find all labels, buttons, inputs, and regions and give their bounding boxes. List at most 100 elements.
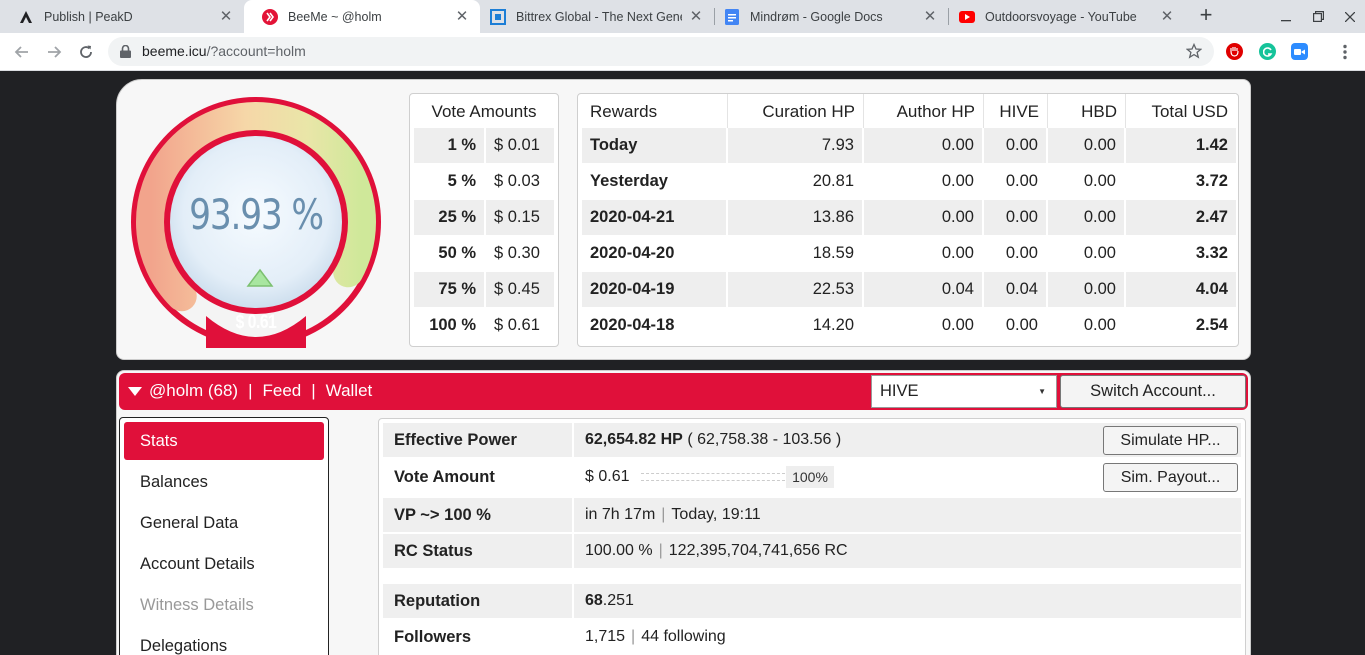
- grammarly-icon[interactable]: [1259, 43, 1276, 60]
- simulate-hp-button[interactable]: Simulate HP...: [1103, 426, 1238, 455]
- close-icon[interactable]: ✕: [688, 8, 704, 25]
- vote-usd: $ 0.30: [494, 244, 540, 262]
- menu-item-balances[interactable]: Balances: [124, 463, 324, 501]
- vp-when: Today, 19:11: [671, 506, 761, 523]
- tab-bittrex[interactable]: Bittrex Global - The Next Genera ✕: [472, 0, 714, 33]
- author-hp: 0.00: [864, 200, 984, 235]
- forward-icon[interactable]: [40, 38, 68, 66]
- table-row: Yesterday 20.81 0.00 0.00 0.00 3.72: [582, 164, 1236, 199]
- value-separator: |: [631, 628, 636, 645]
- tab-peakd[interactable]: Publish | PeakD ✕: [0, 0, 244, 33]
- rc-value: 122,395,704,741,656 RC: [668, 542, 848, 559]
- tab-title: BeeMe ~ @holm: [288, 9, 382, 24]
- curation-hp: 20.81: [728, 164, 864, 199]
- chain-select[interactable]: HIVE ▼: [871, 375, 1057, 408]
- menu-item-delegations[interactable]: Delegations: [124, 627, 324, 655]
- total-usd: 4.04: [1126, 272, 1236, 307]
- zoom-icon[interactable]: [1291, 43, 1308, 60]
- close-icon[interactable]: ✕: [454, 8, 470, 25]
- tab-beeme[interactable]: BeeMe ~ @holm ✕: [244, 0, 480, 33]
- reward-date: Today: [582, 128, 728, 163]
- wallet-link[interactable]: Wallet: [326, 381, 373, 400]
- author-hp: 0.00: [864, 308, 984, 343]
- switch-account-button[interactable]: Switch Account...: [1060, 375, 1246, 408]
- vote-usd: $ 0.01: [486, 128, 554, 163]
- vote-usd-text: $ 0.61: [235, 312, 277, 333]
- new-tab-button[interactable]: +: [1194, 4, 1218, 28]
- address-bar[interactable]: beeme.icu/?account=holm: [108, 37, 1214, 66]
- hive-value: 0.00: [984, 308, 1048, 343]
- author-hp: 0.00: [864, 128, 984, 163]
- tab-youtube[interactable]: Outdoorsvoyage - YouTube ✕: [941, 0, 1185, 33]
- stat-label: Followers: [383, 620, 574, 654]
- rc-percent: 100.00 %: [585, 542, 653, 559]
- bookmark-star-icon[interactable]: [1185, 42, 1203, 64]
- reload-icon[interactable]: [72, 38, 100, 66]
- author-hp: 0.00: [864, 236, 984, 271]
- feed-link[interactable]: Feed: [262, 381, 301, 400]
- value-separator: |: [658, 542, 663, 559]
- menu-dots-icon[interactable]: [1336, 43, 1353, 60]
- select-arrow-icon: ▼: [1038, 387, 1046, 396]
- hbd-value: 0.00: [1048, 272, 1126, 307]
- table-row: 2020-04-20 18.59 0.00 0.00 0.00 3.32: [582, 236, 1236, 271]
- peakd-icon: [18, 9, 34, 25]
- followers-count: 1,715: [585, 628, 626, 645]
- hbd-value: 0.00: [1048, 308, 1126, 343]
- total-usd: 2.54: [1195, 316, 1228, 334]
- vote-pct: 25 %: [414, 200, 486, 235]
- table-row: Today 7.93 0.00 0.00 0.00 1.42: [582, 128, 1236, 163]
- stat-row-vp: VP ~> 100 % in 7h 17m | Today, 19:11: [383, 498, 1241, 532]
- restore-icon[interactable]: [1302, 0, 1334, 33]
- vote-pct: 5 %: [414, 164, 486, 199]
- author-hp: 0.04: [864, 272, 984, 307]
- vote-usd: $ 0.61: [494, 316, 540, 334]
- hive-value: 0.00: [984, 200, 1048, 235]
- window-close-icon[interactable]: [1334, 0, 1365, 33]
- table-row: 2020-04-18 14.20 0.00 0.00 0.00 2.54: [582, 308, 1236, 343]
- url-path: /?account=holm: [206, 43, 306, 59]
- table-row: 2020-04-21 13.86 0.00 0.00 0.00 2.47: [582, 200, 1236, 235]
- extension-icon[interactable]: [1226, 43, 1243, 60]
- account-link[interactable]: @holm (68): [149, 381, 238, 400]
- hive-value: 0.00: [984, 164, 1048, 199]
- menu-item-account-details[interactable]: Account Details: [124, 545, 324, 583]
- reward-date: Yesterday: [582, 164, 728, 199]
- reward-date: 2020-04-21: [582, 200, 728, 235]
- url-text: beeme.icu/?account=holm: [142, 43, 306, 59]
- stat-value: 100.00 % | 122,395,704,741,656 RC: [574, 534, 1241, 568]
- tab-docs[interactable]: Mindrøm - Google Docs ✕: [706, 0, 948, 33]
- menu-item-general-data[interactable]: General Data: [124, 504, 324, 542]
- tab-title: Bittrex Global - The Next Genera: [516, 9, 682, 24]
- tab-title: Outdoorsvoyage - YouTube: [985, 9, 1137, 24]
- close-icon[interactable]: ✕: [218, 8, 234, 25]
- hive-value: 0.04: [984, 272, 1048, 307]
- vp-percent-text: 93.93 %: [189, 190, 324, 239]
- vote-pct: 100 %: [414, 308, 486, 343]
- caret-down-icon[interactable]: [128, 387, 142, 396]
- vp-time: in 7h 17m: [585, 506, 656, 523]
- tab-title: Publish | PeakD: [44, 9, 133, 24]
- vote-usd: $ 0.03: [494, 172, 540, 190]
- sim-payout-button[interactable]: Sim. Payout...: [1103, 463, 1238, 492]
- minimize-icon[interactable]: [1270, 0, 1302, 33]
- vote-usd: $ 0.45: [486, 272, 554, 307]
- docs-icon: [724, 8, 740, 25]
- stat-label: RC Status: [383, 534, 574, 568]
- stat-label: Vote Amount: [383, 460, 574, 494]
- total-usd: 3.32: [1195, 244, 1228, 262]
- back-icon[interactable]: [8, 38, 36, 66]
- tab-title: Mindrøm - Google Docs: [750, 9, 883, 24]
- table-row: 1 % $ 0.01: [414, 128, 554, 163]
- nav-separator: |: [311, 381, 316, 400]
- vote-weight-slider[interactable]: [641, 473, 785, 481]
- effective-power-detail: ( 62,758.38 - 103.56 ): [687, 431, 842, 448]
- stat-label: Reputation: [383, 584, 574, 618]
- bittrex-icon: [490, 8, 506, 25]
- hive-value: 0.00: [984, 236, 1048, 271]
- close-icon[interactable]: ✕: [922, 8, 938, 25]
- close-icon[interactable]: ✕: [1159, 8, 1175, 25]
- curation-hp: 7.93: [728, 128, 864, 163]
- menu-item-stats[interactable]: Stats: [124, 422, 324, 460]
- youtube-icon: [959, 9, 975, 25]
